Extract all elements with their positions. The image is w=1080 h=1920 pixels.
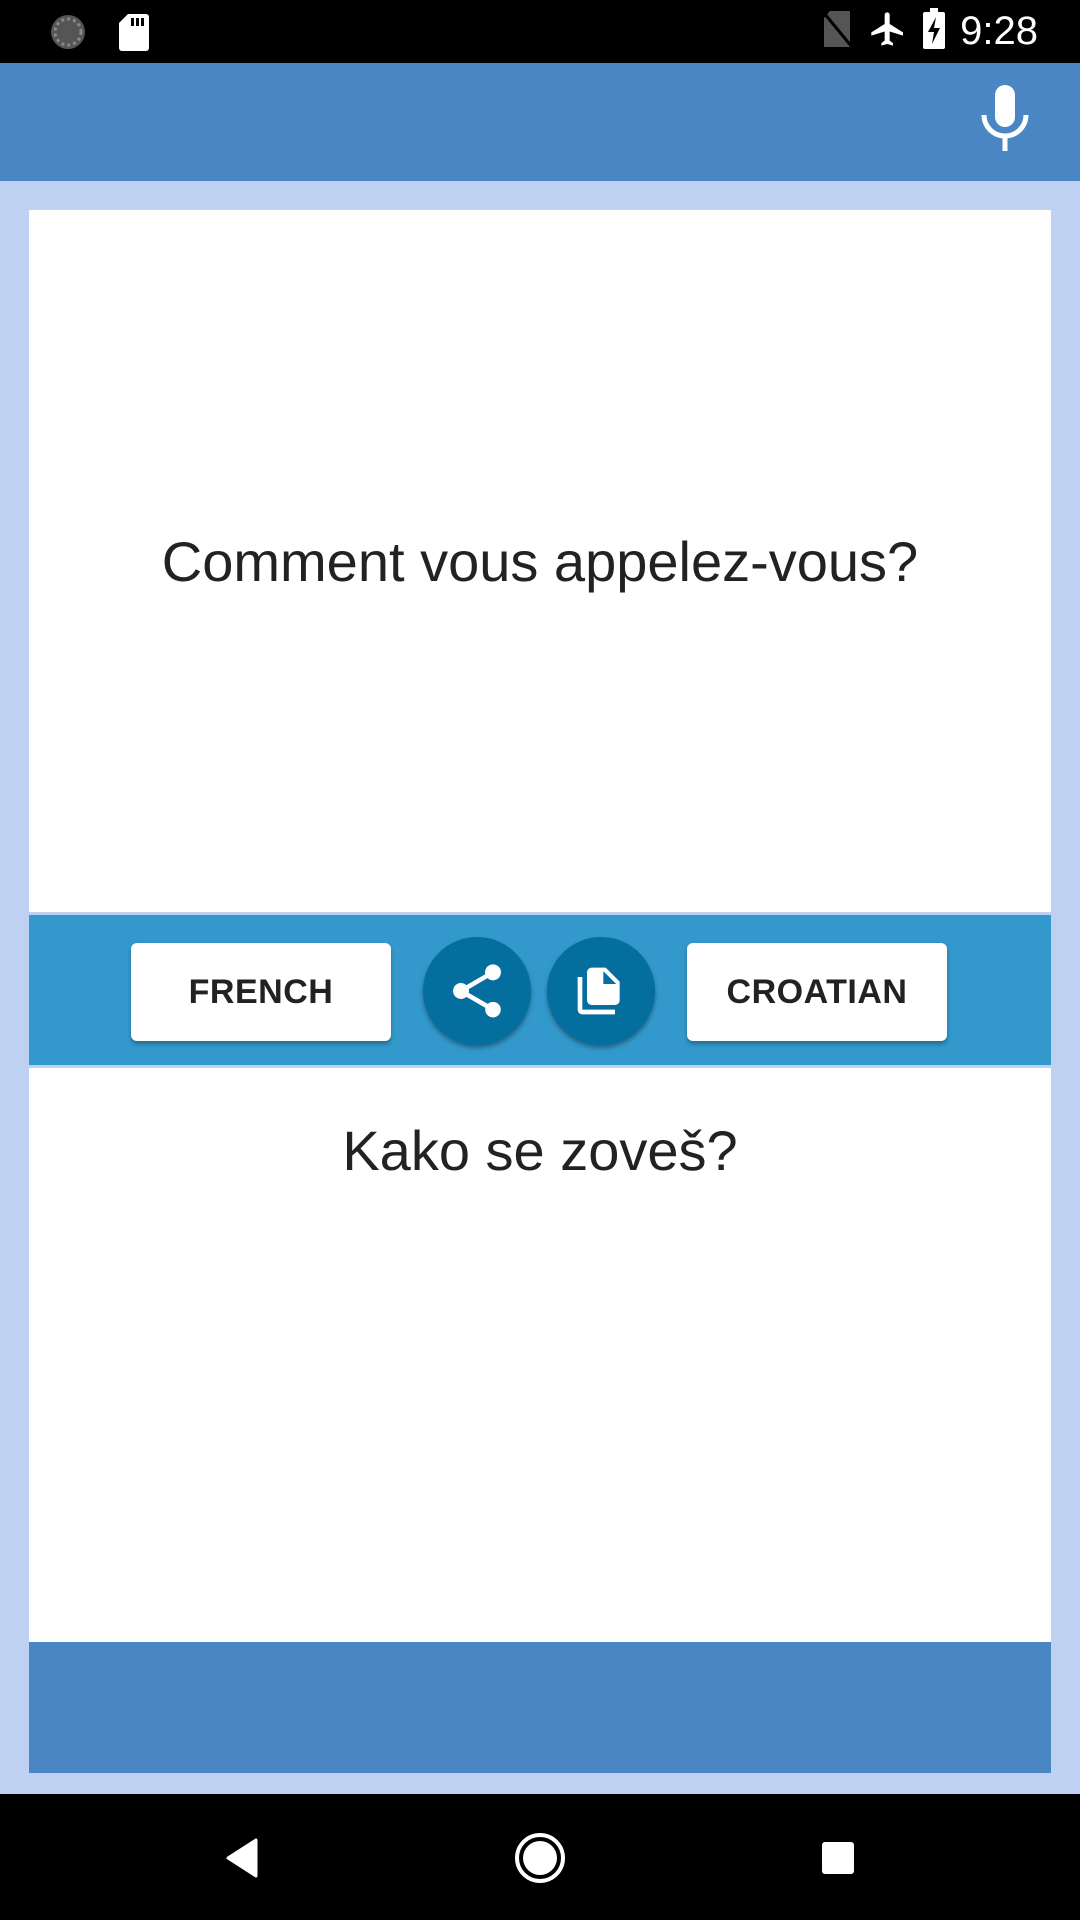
target-language-button[interactable]: CROATIAN [687,943,947,1041]
no-sim-icon [822,9,854,54]
translation-card: Comment vous appelez-vous? FRENCH CROATI… [29,210,1051,1642]
back-icon [226,1838,258,1878]
airplane-mode-icon [868,9,908,54]
home-button[interactable] [510,1830,570,1886]
recents-button[interactable] [808,1830,868,1886]
navigation-bar [0,1794,1080,1920]
copy-icon [577,967,620,1015]
back-button[interactable] [212,1830,272,1886]
status-time: 9:28 [960,9,1038,53]
bottom-banner [29,1642,1051,1773]
language-controls-band: FRENCH CROATIAN [29,912,1051,1068]
app-bar [0,63,1080,181]
home-icon [515,1833,565,1883]
microphone-icon [981,85,1029,151]
share-icon [452,964,502,1018]
sync-icon [48,12,88,57]
share-button[interactable] [423,937,531,1045]
sd-card-icon [118,12,150,57]
target-text[interactable]: Kako se zoveš? [29,1068,1051,1183]
battery-charging-icon [922,8,946,55]
copy-button[interactable] [547,937,655,1045]
status-bar: 9:28 [0,0,1080,63]
source-language-button[interactable]: FRENCH [131,943,391,1041]
source-text[interactable]: Comment vous appelez-vous? [29,210,1051,912]
microphone-button[interactable] [970,85,1040,159]
recents-icon [822,1842,854,1874]
